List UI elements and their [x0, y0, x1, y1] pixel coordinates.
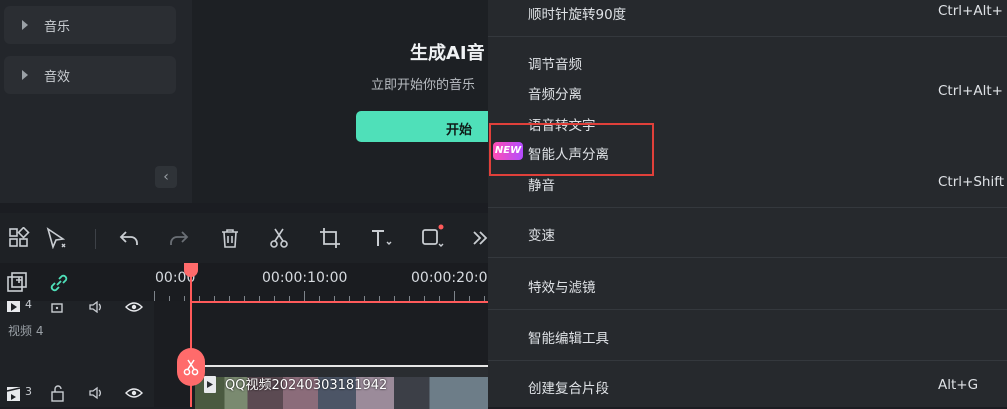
- library-item-label: 音效: [44, 70, 71, 85]
- menu-item-label: 变速: [528, 228, 555, 244]
- menu-divider: [488, 309, 1007, 310]
- ai-music-subtitle: 立即开始你的音乐: [371, 78, 476, 93]
- toolbar-divider: [95, 229, 96, 249]
- speaker-icon[interactable]: [88, 386, 104, 400]
- library-item-music[interactable]: 音乐: [4, 6, 176, 44]
- track-name: 视频 4: [8, 324, 44, 338]
- collapse-panel-button[interactable]: ‹: [155, 166, 177, 188]
- timeline-ruler[interactable]: 00:00 00:00:10:00 00:00:20:00: [0, 263, 496, 301]
- select-pointer-icon[interactable]: [45, 227, 69, 249]
- library-panel: 音乐 音效 ‹: [0, 0, 192, 203]
- ruler-time-label: 00:00:20:00: [411, 270, 497, 286]
- ai-music-title: 生成AI音: [410, 43, 485, 64]
- text-icon[interactable]: [369, 227, 393, 249]
- menu-item-shortcut: Ctrl+Shift: [938, 174, 1005, 190]
- ruler-tick: [154, 291, 155, 301]
- ruler-time-label: 00:00:10:00: [262, 270, 348, 286]
- delete-icon[interactable]: [219, 227, 241, 249]
- video-track-icon: [7, 301, 20, 312]
- scissors-icon[interactable]: [268, 227, 290, 249]
- track-headers: 4 视频 4 3: [0, 298, 154, 407]
- library-item-sfx[interactable]: 音效: [4, 56, 176, 94]
- start-button-label: 开始: [446, 123, 473, 138]
- scissors-icon: [183, 359, 199, 376]
- ai-music-panel: 生成AI音 立即开始你的音乐 开始: [192, 0, 488, 203]
- menu-item-label: 顺时针旋转90度: [528, 7, 627, 23]
- eye-icon[interactable]: [125, 387, 143, 399]
- menu-item-shortcut: Ctrl+Alt+: [938, 83, 1003, 99]
- link-icon[interactable]: [48, 272, 70, 294]
- speaker-icon[interactable]: [88, 301, 104, 313]
- menu-divider: [488, 360, 1007, 361]
- menu-item-label: 智能编辑工具: [528, 331, 609, 347]
- video-clip[interactable]: QQ视频20240303181942: [195, 365, 488, 409]
- layout-grid-icon[interactable]: [8, 227, 30, 249]
- triangle-right-icon: [22, 20, 28, 30]
- track-number: 3: [25, 385, 32, 398]
- context-menu: 顺时针旋转90度 Ctrl+Alt+ 调节音频 音频分离 Ctrl+Alt+ 语…: [488, 0, 1007, 407]
- unlock-icon[interactable]: [50, 385, 66, 403]
- lock-icon[interactable]: [50, 301, 64, 313]
- track-number: 4: [25, 298, 32, 311]
- highlight-annotation-box: [489, 123, 654, 176]
- menu-item-label: 创建复合片段: [528, 381, 609, 397]
- start-button[interactable]: 开始: [356, 111, 488, 142]
- video-track-icon: [6, 387, 21, 401]
- timeline-toolbar: [0, 213, 488, 263]
- clip-name: QQ视频20240303181942: [225, 378, 388, 393]
- menu-item-label: 调节音频: [528, 57, 582, 73]
- playhead-handle[interactable]: [184, 263, 198, 277]
- menu-divider: [488, 36, 1007, 37]
- add-track-icon[interactable]: [6, 272, 30, 294]
- menu-item-label: 音频分离: [528, 87, 582, 103]
- clip-type-icon: [204, 376, 216, 393]
- crop-icon[interactable]: [319, 227, 341, 249]
- redo-icon[interactable]: [168, 227, 190, 249]
- library-item-label: 音乐: [44, 20, 71, 35]
- menu-item-shortcut: Alt+G: [938, 377, 979, 393]
- shape-icon[interactable]: [420, 224, 446, 250]
- undo-icon[interactable]: [118, 227, 140, 249]
- menu-item-label: 静音: [528, 178, 555, 194]
- menu-item-label: 特效与滤镜: [528, 280, 596, 296]
- playhead-split-button[interactable]: [177, 348, 205, 386]
- ruler-ticks: [154, 291, 488, 301]
- triangle-right-icon: [22, 70, 28, 80]
- ruler-tick: [454, 291, 455, 301]
- menu-divider: [488, 207, 1007, 208]
- eye-icon[interactable]: [125, 301, 143, 313]
- menu-divider: [488, 257, 1007, 258]
- menu-item-shortcut: Ctrl+Alt+: [938, 3, 1003, 19]
- selected-track-line: [190, 301, 488, 303]
- more-icon[interactable]: [470, 229, 488, 247]
- ruler-tick: [304, 291, 305, 301]
